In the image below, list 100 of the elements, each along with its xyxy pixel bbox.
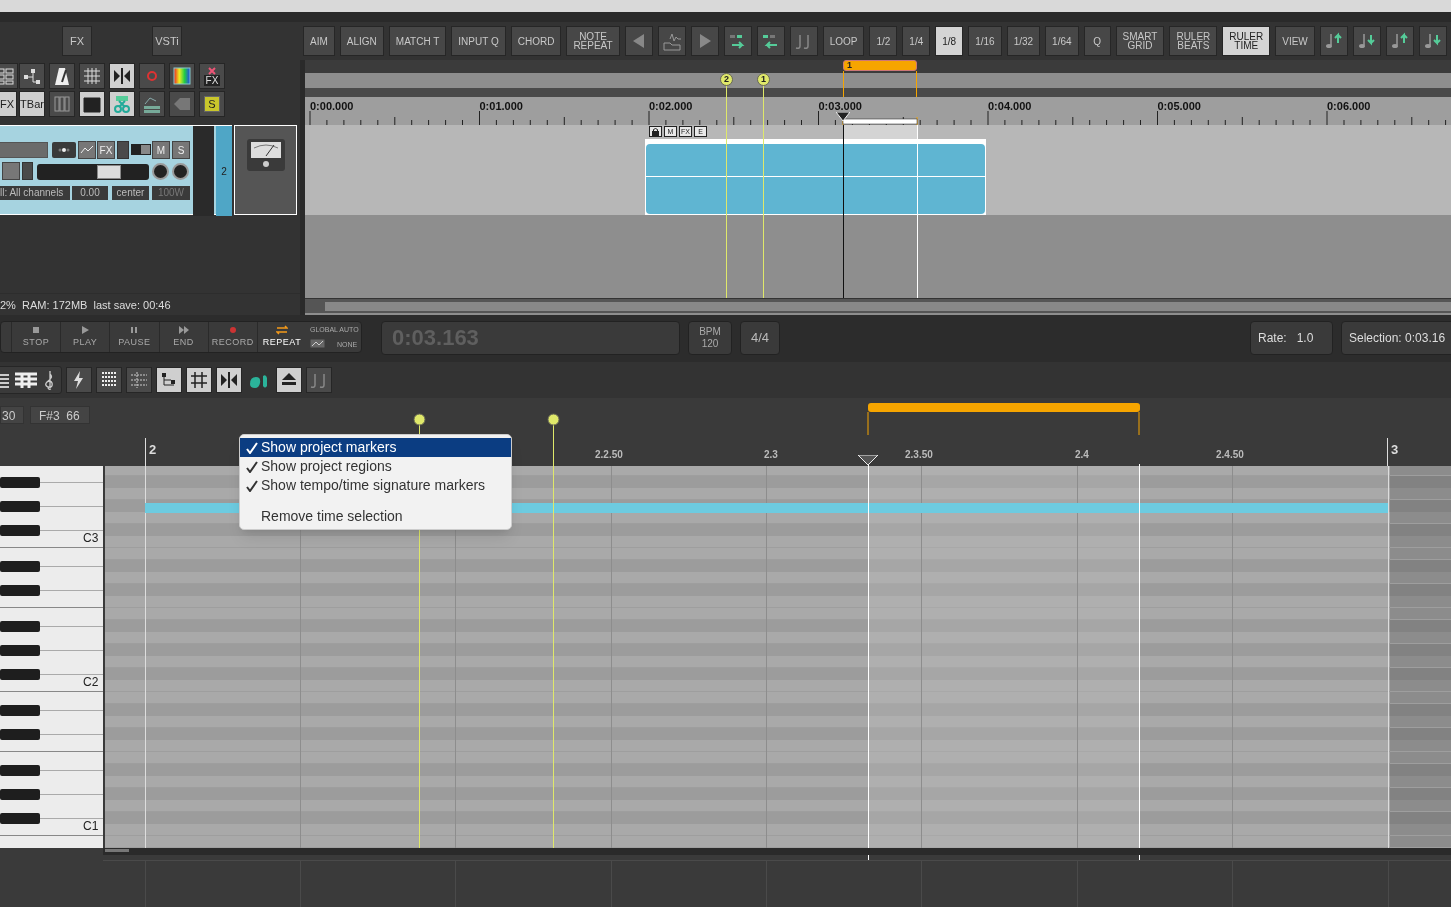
input-button[interactable] xyxy=(22,162,33,180)
menu-item[interactable]: Show tempo/time signature markers xyxy=(240,476,511,495)
solo-button[interactable]: S xyxy=(204,96,220,112)
track-button[interactable]: FX xyxy=(97,141,115,159)
waveform-folder-icon xyxy=(661,31,682,51)
note-octave-down-button[interactable] xyxy=(1418,26,1447,56)
lines-button[interactable] xyxy=(126,367,152,393)
notes-button[interactable] xyxy=(306,367,332,393)
snap-button[interactable] xyxy=(216,367,242,393)
ruler-label: 0:01.000 xyxy=(479,99,523,114)
snap-icon xyxy=(112,66,132,86)
snap-button[interactable] xyxy=(109,63,135,89)
eject-button[interactable] xyxy=(276,367,302,393)
scissors-button[interactable] xyxy=(109,91,135,117)
notes-button[interactable] xyxy=(789,26,818,56)
toggle-switch[interactable] xyxy=(131,144,151,155)
input-field[interactable]: ll: All channels xyxy=(0,186,70,200)
transport-button[interactable]: END xyxy=(158,322,208,352)
left-arrow-button[interactable] xyxy=(624,26,653,56)
pan-field[interactable]: center xyxy=(112,186,149,200)
piano-keyboard[interactable] xyxy=(0,466,103,848)
note-up-button[interactable] xyxy=(1319,26,1348,56)
track-button[interactable]: S xyxy=(172,141,190,159)
horizontal-scrollbar[interactable] xyxy=(103,848,1451,855)
transport-button[interactable]: PAUSE xyxy=(109,322,159,352)
toolbar-button[interactable]: 1/4 xyxy=(902,26,931,56)
color-button[interactable] xyxy=(169,63,195,89)
arrow-left-button[interactable] xyxy=(169,91,195,117)
transport-button[interactable]: STOP xyxy=(11,322,60,352)
snap-icon xyxy=(219,370,239,390)
volume-field[interactable]: 0.00 xyxy=(72,186,108,200)
pan-knob[interactable] xyxy=(172,163,189,180)
envelope-button[interactable] xyxy=(78,141,96,159)
fader-thumb[interactable] xyxy=(97,165,121,179)
routing-button[interactable] xyxy=(19,63,45,89)
marker[interactable]: 1 xyxy=(757,73,770,86)
toolbar-button[interactable]: 1/64 xyxy=(1045,26,1079,56)
horizontal-scrollbar[interactable] xyxy=(305,298,1451,313)
grid-lines-button[interactable] xyxy=(79,63,105,89)
toolbar-button[interactable]: 1/8 xyxy=(935,26,964,56)
track-name-field[interactable] xyxy=(0,142,48,158)
toolbar-button[interactable]: AIM xyxy=(303,26,335,56)
mixer-button[interactable] xyxy=(49,91,75,117)
menu-item[interactable]: Remove time selection xyxy=(240,507,511,526)
grid-lines-button[interactable] xyxy=(186,367,212,393)
rate-display[interactable]: Rate: 1.0 xyxy=(1250,321,1333,355)
selection-display: Selection: 0:03.16 xyxy=(1341,321,1451,355)
metronome-button[interactable] xyxy=(49,63,75,89)
toolbar-button[interactable]: FX xyxy=(62,26,92,56)
transport-button[interactable]: RECORD xyxy=(207,322,257,352)
key-label: C3 xyxy=(83,532,99,544)
ruler-label: 0:00.000 xyxy=(310,99,354,114)
menu-item[interactable]: Show project markers xyxy=(240,438,511,457)
toolbar-button[interactable]: TBar xyxy=(19,91,45,117)
toolbar-button[interactable]: RULER BEATS xyxy=(1169,26,1218,56)
toolbar-button[interactable]: RULER TIME xyxy=(1222,26,1271,56)
timeline-ruler[interactable]: 0:00.000 0:01.000 0:02.000 0:03.000 0:04.000 0:05.000 0:06.000 xyxy=(305,97,1451,125)
transport-button[interactable]: PLAY xyxy=(60,322,110,352)
fx-bypass-button[interactable]: FX xyxy=(199,63,225,89)
toolbar-button[interactable]: INPUT Q xyxy=(451,26,506,56)
track-button[interactable]: M xyxy=(152,141,170,159)
grid-view-icon[interactable] xyxy=(15,371,39,389)
marker[interactable]: 2 xyxy=(720,73,733,86)
toolbar-button[interactable]: CHORD xyxy=(510,26,562,56)
waveform-folder-button[interactable] xyxy=(657,26,686,56)
toolbar-button[interactable]: NOTE REPEAT xyxy=(566,26,620,56)
lightning-button[interactable] xyxy=(66,367,92,393)
envelope-points-button[interactable] xyxy=(139,91,165,117)
record-arm-button[interactable] xyxy=(52,142,76,158)
toolbar-button[interactable]: 1/16 xyxy=(968,26,1002,56)
toolbar-button[interactable]: VIEW xyxy=(1275,26,1315,56)
transport-button[interactable]: REPEAT xyxy=(257,322,306,352)
routing-button[interactable] xyxy=(156,367,182,393)
right-arrow-button[interactable] xyxy=(690,26,719,56)
toolbar-button[interactable]: LOOP xyxy=(822,26,865,56)
toolbar-button[interactable]: 1/32 xyxy=(1006,26,1041,56)
fx-panel[interactable] xyxy=(234,125,297,215)
note-octave-up-button[interactable] xyxy=(1385,26,1414,56)
toolbar-button[interactable]: 1/2 xyxy=(869,26,898,56)
toolbar-button[interactable]: VSTi xyxy=(152,26,182,56)
time-selection-bracket[interactable] xyxy=(842,116,918,125)
toolbar-button[interactable]: Q xyxy=(1083,26,1111,56)
list-grid-button[interactable] xyxy=(96,367,122,393)
arrow-right-button[interactable] xyxy=(723,26,752,56)
fx-button[interactable]: FX xyxy=(0,91,17,117)
volume-fader[interactable] xyxy=(37,164,149,180)
region-bar[interactable]: 1 xyxy=(843,60,917,71)
volume-knob[interactable] xyxy=(152,163,169,180)
marker[interactable] xyxy=(547,413,560,850)
bpm-display[interactable]: BPM 120 xyxy=(688,321,732,355)
menu-item[interactable]: Show project regions xyxy=(240,457,511,476)
toolbar-button[interactable]: MATCH T xyxy=(388,26,447,56)
time-signature[interactable]: 4/4 xyxy=(740,321,780,355)
lock-button[interactable] xyxy=(649,126,662,137)
list-icon[interactable] xyxy=(0,371,11,389)
toolbar-button[interactable]: SMART GRID xyxy=(1115,26,1165,56)
view-mode-group[interactable] xyxy=(0,366,62,394)
note-down-button[interactable] xyxy=(1352,26,1381,56)
arrow-left-button[interactable] xyxy=(756,26,785,56)
toolbar-button[interactable]: ALIGN xyxy=(339,26,384,56)
